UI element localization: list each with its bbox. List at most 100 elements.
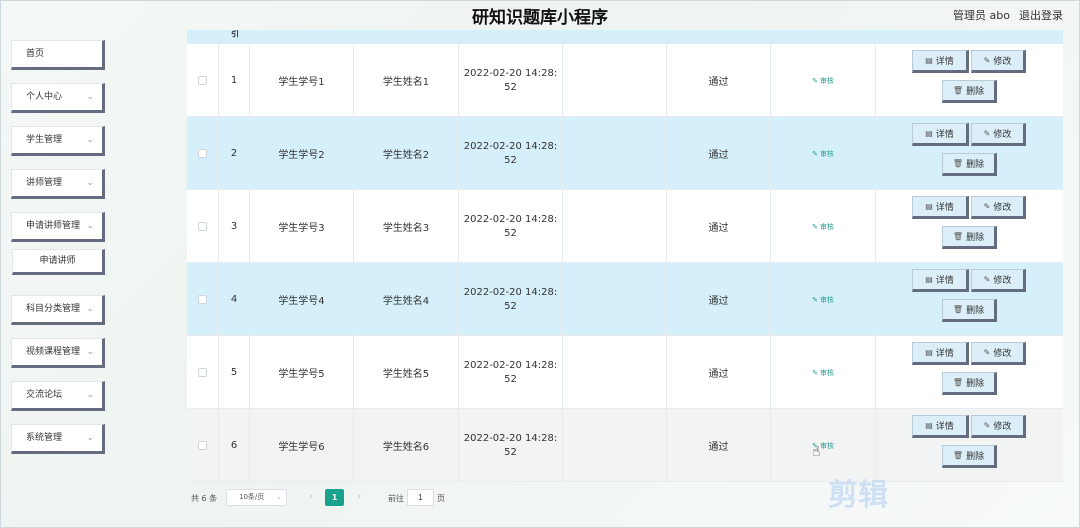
row-checkbox[interactable]: [198, 149, 207, 158]
detail-label: 详情: [935, 203, 954, 213]
detail-button[interactable]: ▤ 详情: [912, 269, 969, 292]
top-bar: 研知识题库小程序 管理员 abo 退出登录: [0, 0, 1080, 30]
document-icon: ▤: [925, 202, 933, 211]
page-size-select[interactable]: 10条/页 ⌄: [226, 489, 287, 506]
table-header: 引: [187, 30, 1063, 44]
table-row[interactable]: 2 学生学号2 学生姓名2 2022-02-20 14:28: 52 通过 ✎ 审核…: [187, 117, 1063, 190]
status-cell: 通过: [667, 190, 771, 263]
audit-link[interactable]: ✎ 审核: [812, 76, 834, 86]
sidebar-item-subject-category-management[interactable]: 科目分类管理 ⌄: [11, 295, 105, 325]
status-cell: 通过: [667, 263, 771, 336]
page-number-current[interactable]: 1: [325, 489, 344, 506]
edit-icon: ✎: [812, 222, 818, 231]
edit-icon: ✎: [983, 275, 991, 284]
detail-button[interactable]: ▤ 详情: [912, 123, 969, 146]
next-page-button[interactable]: ›: [350, 489, 368, 506]
edit-icon: ✎: [983, 129, 991, 138]
edit-icon: ✎: [812, 149, 818, 158]
goto-label: 前往: [388, 494, 404, 503]
delete-label: 删除: [966, 87, 985, 97]
student-name-cell: 学生姓名4: [354, 263, 459, 336]
logout-link[interactable]: 退出登录: [1019, 7, 1063, 23]
time-cell: 2022-02-20 14:28: 52: [459, 117, 563, 190]
detail-button[interactable]: ▤ 详情: [912, 50, 969, 73]
detail-button[interactable]: ▤ 详情: [912, 415, 969, 438]
sidebar-item-lecturer-application-management[interactable]: 申请讲师管理 ⌄: [11, 212, 105, 242]
select-cell: [187, 263, 219, 336]
table-row[interactable]: 1 学生学号1 学生姓名1 2022-02-20 14:28: 52 通过 ✎ 审核…: [187, 44, 1063, 117]
detail-label: 详情: [935, 349, 954, 359]
sidebar-subitem-lecturer-application[interactable]: 申请讲师: [12, 249, 105, 275]
trash-icon: 🗑: [952, 451, 964, 460]
time-seconds: 52: [504, 300, 517, 312]
delete-button[interactable]: 🗑 删除: [942, 80, 997, 103]
time-cell: 2022-02-20 14:28: 52: [459, 44, 563, 117]
index-cell: 3: [219, 190, 250, 263]
table-row[interactable]: 5 学生学号5 学生姓名5 2022-02-20 14:28: 52 通过 ✎ 审核…: [187, 336, 1063, 409]
delete-label: 删除: [966, 306, 985, 316]
student-name-cell: 学生姓名3: [354, 190, 459, 263]
page-unit-label: 页: [437, 494, 445, 503]
edit-icon: ✎: [983, 348, 991, 357]
edit-button[interactable]: ✎ 修改: [971, 196, 1026, 219]
student-name-cell: 学生姓名2: [354, 117, 459, 190]
delete-label: 删除: [966, 379, 985, 389]
empty-cell: [563, 263, 667, 336]
sidebar-item-home[interactable]: 首页: [11, 40, 105, 70]
index-cell: 1: [219, 44, 250, 117]
edit-label: 修改: [993, 57, 1012, 67]
select-cell: [187, 190, 219, 263]
table-row[interactable]: 3 学生学号3 学生姓名3 2022-02-20 14:28: 52 通过 ✎ 审核…: [187, 190, 1063, 263]
row-checkbox[interactable]: [198, 76, 207, 85]
audit-link[interactable]: ✎ 审核: [812, 222, 834, 232]
delete-button[interactable]: 🗑 删除: [942, 445, 997, 468]
prev-page-button[interactable]: ‹: [302, 489, 320, 506]
trash-icon: 🗑: [952, 232, 964, 241]
sidebar-item-forum[interactable]: 交流论坛 ⌄: [11, 381, 105, 411]
sidebar-item-label: 讲师管理: [26, 178, 63, 188]
edit-button[interactable]: ✎ 修改: [971, 342, 1026, 365]
time-date: 2022-02-20 14:28:: [463, 140, 558, 152]
goto-page-input[interactable]: [407, 489, 434, 506]
row-checkbox[interactable]: [198, 441, 207, 450]
student-no-cell: 学生学号1: [250, 44, 354, 117]
time-date: 2022-02-20 14:28:: [463, 67, 558, 79]
edit-label: 修改: [993, 203, 1012, 213]
actions-cell: ▤ 详情 ✎ 修改 🗑 删除: [876, 117, 1063, 190]
row-checkbox[interactable]: [198, 295, 207, 304]
delete-button[interactable]: 🗑 删除: [942, 299, 997, 322]
sidebar-item-label: 申请讲师管理: [26, 221, 81, 231]
audit-link[interactable]: ✎ 审核: [812, 295, 834, 305]
delete-button[interactable]: 🗑 删除: [942, 372, 997, 395]
delete-button[interactable]: 🗑 删除: [942, 153, 997, 176]
delete-label: 删除: [966, 160, 985, 170]
row-checkbox[interactable]: [198, 222, 207, 231]
index-cell: 2: [219, 117, 250, 190]
detail-label: 详情: [935, 130, 954, 140]
edit-button[interactable]: ✎ 修改: [971, 50, 1026, 73]
audit-label: 审核: [819, 149, 834, 158]
sidebar-item-student-management[interactable]: 学生管理 ⌄: [11, 126, 105, 156]
detail-button[interactable]: ▤ 详情: [912, 342, 969, 365]
row-checkbox[interactable]: [198, 368, 207, 377]
edit-label: 修改: [993, 276, 1012, 286]
edit-icon: ✎: [983, 421, 991, 430]
delete-button[interactable]: 🗑 删除: [942, 226, 997, 249]
sidebar-item-lecturer-management[interactable]: 讲师管理 ⌄: [11, 169, 105, 199]
audit-link[interactable]: ✎ 审核: [812, 149, 834, 159]
student-no-cell: 学生学号3: [250, 190, 354, 263]
edit-button[interactable]: ✎ 修改: [971, 269, 1026, 292]
sidebar-item-video-course-management[interactable]: 视频课程管理 ⌄: [11, 338, 105, 368]
sidebar-item-label: 个人中心: [26, 92, 63, 102]
edit-button[interactable]: ✎ 修改: [971, 415, 1026, 438]
audit-link[interactable]: ✎ 审核: [812, 368, 834, 378]
detail-button[interactable]: ▤ 详情: [912, 196, 969, 219]
sidebar-item-system-management[interactable]: 系统管理 ⌄: [11, 424, 105, 454]
edit-button[interactable]: ✎ 修改: [971, 123, 1026, 146]
sidebar-item-personal-center[interactable]: 个人中心 ⌄: [11, 83, 105, 113]
table-row[interactable]: 4 学生学号4 学生姓名4 2022-02-20 14:28: 52 通过 ✎ 审核…: [187, 263, 1063, 336]
audit-cell: ✎ 审核: [771, 190, 876, 263]
audit-label: 审核: [819, 222, 834, 231]
index-cell: 4: [219, 263, 250, 336]
actions-cell: ▤ 详情 ✎ 修改 🗑 删除: [876, 263, 1063, 336]
